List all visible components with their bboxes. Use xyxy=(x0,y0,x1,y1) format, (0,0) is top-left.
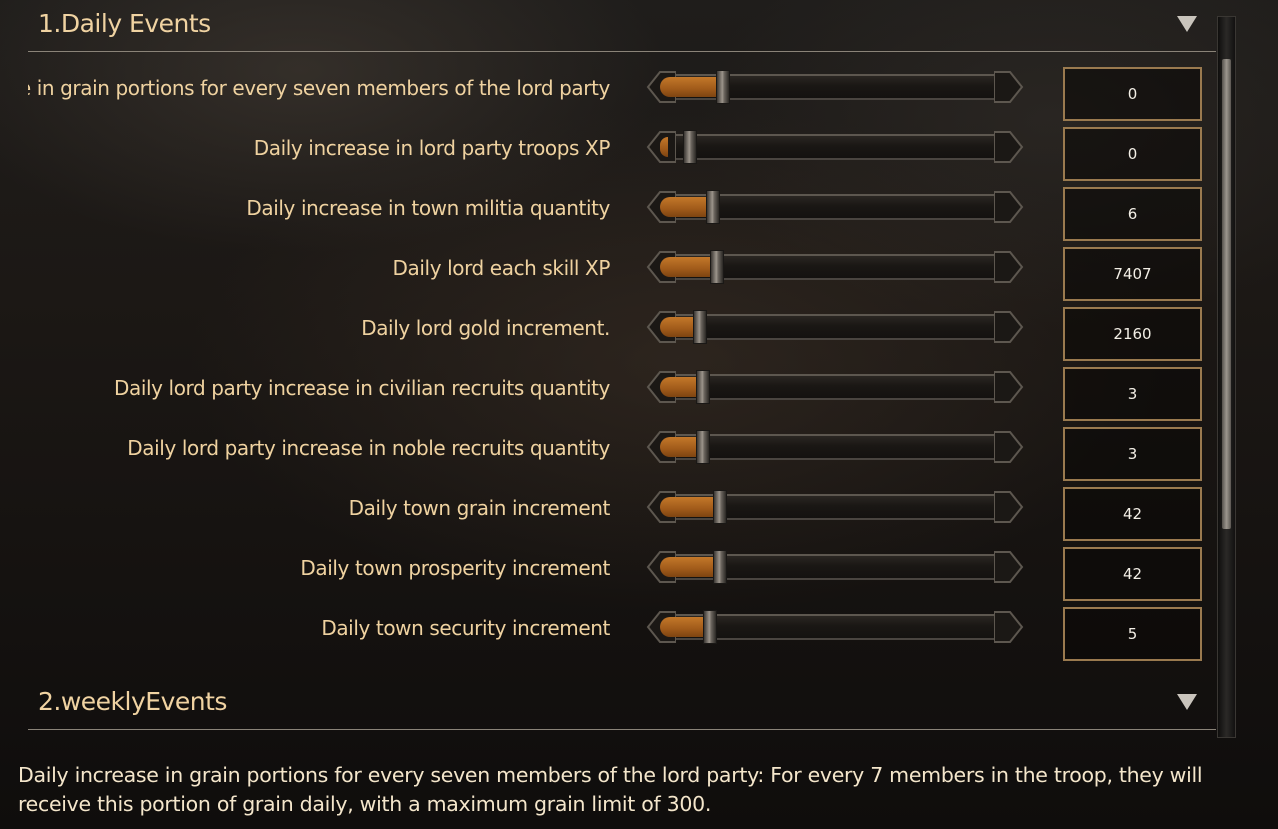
slider-fill xyxy=(660,257,710,277)
setting-row: Daily town grain increment 42 xyxy=(0,482,1216,542)
slider-fill xyxy=(660,137,668,157)
setting-label: Daily lord each skill XP xyxy=(392,256,610,280)
slider-fill xyxy=(660,317,693,337)
setting-row: Daily lord party increase in civilian re… xyxy=(0,362,1216,422)
value-slider[interactable] xyxy=(646,188,1024,226)
slider-handle[interactable] xyxy=(683,130,697,164)
setting-row: Daily lord party increase in noble recru… xyxy=(0,422,1216,482)
slider-track[interactable] xyxy=(670,134,1000,160)
slider-right-cap-icon xyxy=(994,191,1024,223)
scrollbar-thumb[interactable] xyxy=(1222,59,1231,529)
setting-label-area: Daily lord party increase in civilian re… xyxy=(28,362,610,422)
setting-row: Daily increase in town militia quantity 6 xyxy=(0,182,1216,242)
slider-right-cap-icon xyxy=(994,251,1024,283)
slider-handle[interactable] xyxy=(713,550,727,584)
setting-label-area: Daily town security increment xyxy=(28,602,610,662)
section-title: 2.weeklyEvents xyxy=(38,687,227,716)
slider-right-cap-icon xyxy=(994,311,1024,343)
slider-right-cap-icon xyxy=(994,131,1024,163)
value-slider[interactable] xyxy=(646,488,1024,526)
value-slider[interactable] xyxy=(646,248,1024,286)
value-slider[interactable] xyxy=(646,428,1024,466)
setting-row: Daily increase in lord party troops XP 0 xyxy=(0,122,1216,182)
setting-description: Daily increase in grain portions for eve… xyxy=(18,763,1203,816)
value-input[interactable]: 2160 xyxy=(1063,307,1202,361)
value-slider[interactable] xyxy=(646,368,1024,406)
slider-fill xyxy=(660,497,713,517)
setting-label: Daily lord gold increment. xyxy=(361,316,610,340)
collapse-arrow-icon[interactable] xyxy=(1176,692,1198,712)
setting-label: Daily increase in lord party troops XP xyxy=(253,136,610,160)
setting-label: Daily increase in grain portions for eve… xyxy=(28,76,610,100)
slider-fill xyxy=(660,437,696,457)
slider-track[interactable] xyxy=(670,314,1000,340)
value-slider[interactable] xyxy=(646,128,1024,166)
value-slider[interactable] xyxy=(646,608,1024,646)
section-header-daily-events[interactable]: 1.Daily Events xyxy=(28,0,1216,52)
setting-label-area: Daily lord gold increment. xyxy=(28,302,610,362)
slider-handle[interactable] xyxy=(696,430,710,464)
section-title: 1.Daily Events xyxy=(38,9,211,38)
setting-label-area: Daily town prosperity increment xyxy=(28,542,610,602)
setting-row: Daily town prosperity increment 42 xyxy=(0,542,1216,602)
section-header-weekly-events[interactable]: 2.weeklyEvents xyxy=(28,678,1216,730)
slider-right-cap-icon xyxy=(994,431,1024,463)
collapse-arrow-icon[interactable] xyxy=(1176,14,1198,34)
setting-label: Daily increase in town militia quantity xyxy=(246,196,610,220)
slider-handle[interactable] xyxy=(706,190,720,224)
slider-fill xyxy=(660,77,716,97)
slider-fill xyxy=(660,377,696,397)
setting-label-area: Daily lord each skill XP xyxy=(28,242,610,302)
slider-track[interactable] xyxy=(670,374,1000,400)
setting-label: Daily town grain increment xyxy=(348,496,610,520)
value-input[interactable]: 5 xyxy=(1063,607,1202,661)
value-slider[interactable] xyxy=(646,548,1024,586)
slider-fill xyxy=(660,557,713,577)
slider-track[interactable] xyxy=(670,434,1000,460)
setting-label: Daily lord party increase in noble recru… xyxy=(127,436,610,460)
value-input[interactable]: 6 xyxy=(1063,187,1202,241)
setting-row: Daily lord each skill XP 7407 xyxy=(0,242,1216,302)
slider-handle[interactable] xyxy=(713,490,727,524)
slider-handle[interactable] xyxy=(693,310,707,344)
slider-right-cap-icon xyxy=(994,71,1024,103)
value-slider[interactable] xyxy=(646,308,1024,346)
slider-fill xyxy=(660,197,706,217)
slider-right-cap-icon xyxy=(994,491,1024,523)
setting-row: Daily lord gold increment. 2160 xyxy=(0,302,1216,362)
setting-label-area: Daily increase in lord party troops XP xyxy=(28,122,610,182)
value-slider[interactable] xyxy=(646,68,1024,106)
setting-label: Daily town security increment xyxy=(321,616,610,640)
value-input[interactable]: 0 xyxy=(1063,67,1202,121)
setting-label-area: Daily increase in grain portions for eve… xyxy=(28,62,610,122)
slider-handle[interactable] xyxy=(703,610,717,644)
slider-handle[interactable] xyxy=(716,70,730,104)
setting-label-area: Daily lord party increase in noble recru… xyxy=(28,422,610,482)
setting-row: Daily increase in grain portions for eve… xyxy=(0,62,1216,122)
value-input[interactable]: 3 xyxy=(1063,427,1202,481)
setting-label-area: Daily town grain increment xyxy=(28,482,610,542)
setting-label: Daily town prosperity increment xyxy=(300,556,610,580)
scrollbar[interactable] xyxy=(1217,16,1236,738)
value-input[interactable]: 0 xyxy=(1063,127,1202,181)
value-input[interactable]: 42 xyxy=(1063,487,1202,541)
slider-right-cap-icon xyxy=(994,611,1024,643)
setting-label-area: Daily increase in town militia quantity xyxy=(28,182,610,242)
slider-handle[interactable] xyxy=(710,250,724,284)
slider-track[interactable] xyxy=(670,614,1000,640)
slider-handle[interactable] xyxy=(696,370,710,404)
value-input[interactable]: 7407 xyxy=(1063,247,1202,301)
slider-right-cap-icon xyxy=(994,551,1024,583)
setting-label: Daily lord party increase in civilian re… xyxy=(113,376,610,400)
setting-row: Daily town security increment 5 xyxy=(0,602,1216,662)
slider-right-cap-icon xyxy=(994,371,1024,403)
value-input[interactable]: 3 xyxy=(1063,367,1202,421)
value-input[interactable]: 42 xyxy=(1063,547,1202,601)
slider-fill xyxy=(660,617,703,637)
